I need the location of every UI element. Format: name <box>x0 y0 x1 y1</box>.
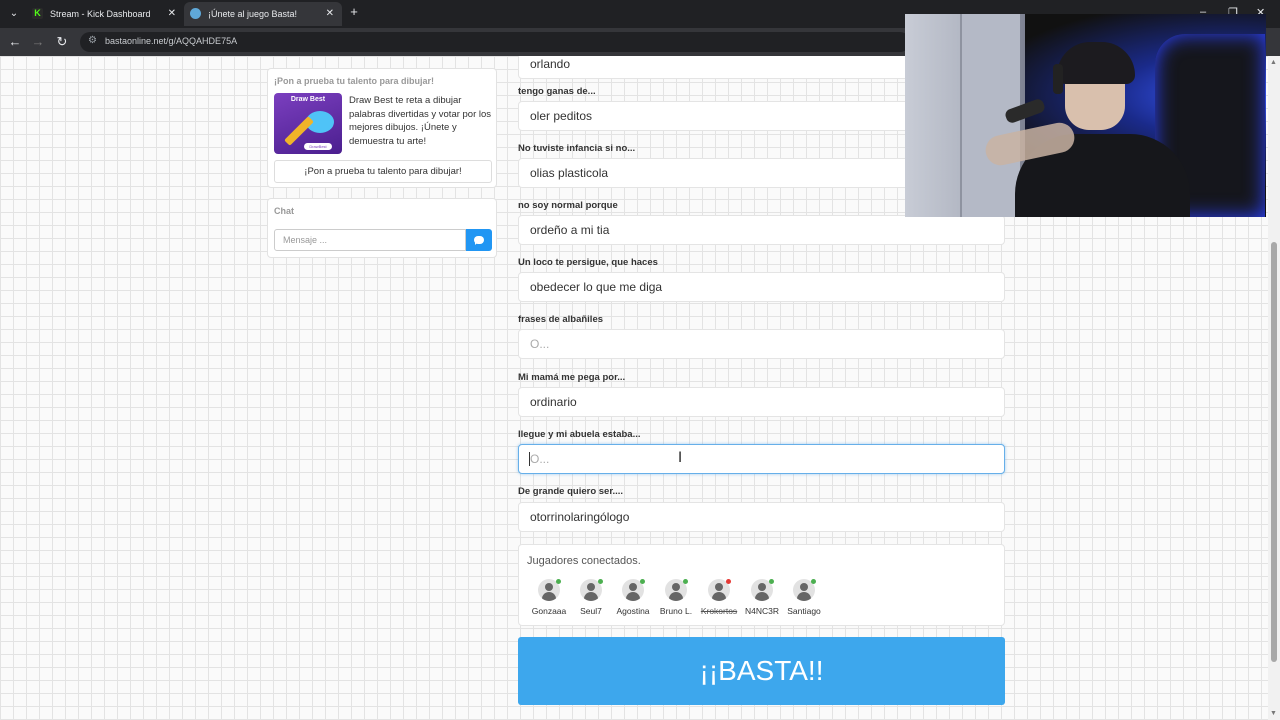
question-label: Mi mamá me pega por... <box>518 372 626 383</box>
question-label: llegue y mi abuela estaba... <box>518 429 641 440</box>
answer-field-empty[interactable]: O... <box>518 329 1005 359</box>
player-item[interactable]: Santiago <box>782 579 826 616</box>
forward-icon[interactable]: → <box>29 33 47 51</box>
question-label: De grande quiero ser.... <box>518 486 624 497</box>
online-status-dot <box>683 579 688 584</box>
answer-field[interactable]: otorrinolaringólogo <box>518 502 1005 532</box>
player-name: Santiago <box>787 606 821 616</box>
answer-field[interactable]: obedecer lo que me diga <box>518 272 1005 302</box>
text-cursor-icon: I <box>678 450 683 466</box>
answer-field[interactable]: ordeño a mi tia <box>518 215 1005 245</box>
player-name: N4NC3R <box>744 606 779 616</box>
page-scrollbar[interactable]: ▲ ▼ <box>1268 56 1280 720</box>
new-tab-icon[interactable]: + <box>346 4 362 19</box>
address-bar[interactable]: ⚙ bastaonline.net/g/AQQAHDE75A <box>80 32 910 52</box>
player-item[interactable]: Krokortos <box>697 579 741 616</box>
question-label: tengo ganas de... <box>518 86 596 97</box>
connected-players-panel: Jugadores conectados. Gonzaaa Seul7 Agos… <box>518 544 1005 626</box>
chat-panel: Chat Mensaje ... <box>267 198 497 258</box>
player-item[interactable]: Seul7 <box>569 579 613 616</box>
chat-heading: Chat <box>274 206 294 216</box>
url-text: bastaonline.net/g/AQQAHDE75A <box>105 36 238 46</box>
site-info-icon[interactable]: ⚙ <box>88 35 97 46</box>
promo-image-title: Draw Best <box>290 96 326 103</box>
online-status-dot <box>640 579 645 584</box>
players-heading: Jugadores conectados. <box>527 555 641 567</box>
webcam-overlay <box>905 14 1266 217</box>
offline-status-dot <box>726 579 731 584</box>
player-name: Krokortos <box>700 606 738 616</box>
back-icon[interactable]: ← <box>6 33 24 51</box>
basta-icon <box>190 8 201 19</box>
tab-basta[interactable]: ¡Únete al juego Basta! ✕ <box>184 2 342 26</box>
chat-message-input[interactable]: Mensaje ... <box>274 229 466 251</box>
player-item[interactable]: N4NC3R <box>740 579 784 616</box>
player-item[interactable]: Bruno L. <box>654 579 698 616</box>
player-name: Seul7 <box>580 606 602 616</box>
online-status-dot <box>598 579 603 584</box>
scrollbar-thumb[interactable] <box>1271 242 1277 662</box>
question-label: frases de albañiles <box>518 314 604 325</box>
promo-button[interactable]: ¡Pon a prueba tu talento para dibujar! <box>274 160 492 183</box>
reload-icon[interactable]: ↻ <box>53 33 71 51</box>
drawbest-promo-image[interactable]: Draw Best DrawBest <box>274 93 342 154</box>
player-item[interactable]: Agostina <box>611 579 655 616</box>
tab-title: ¡Únete al juego Basta! <box>208 9 298 19</box>
player-name: Gonzaaa <box>531 606 567 616</box>
pencil-icon <box>284 116 314 146</box>
close-icon[interactable]: ✕ <box>326 2 334 26</box>
promo-description: Draw Best te reta a dibujar palabras div… <box>349 95 492 147</box>
answer-field-focused[interactable]: O... <box>518 444 1005 474</box>
promo-heading: ¡Pon a prueba tu talento para dibujar! <box>274 76 435 86</box>
chat-bubble-icon <box>474 236 484 245</box>
online-status-dot <box>556 579 561 584</box>
chat-send-button[interactable] <box>466 229 492 251</box>
scroll-down-icon[interactable]: ▼ <box>1270 710 1277 717</box>
player-item[interactable]: Gonzaaa <box>527 579 571 616</box>
drawbest-promo-card: ¡Pon a prueba tu talento para dibujar! D… <box>267 68 497 188</box>
tab-title: Stream - Kick Dashboard <box>50 9 151 19</box>
basta-button[interactable]: ¡¡BASTA!! <box>518 637 1005 705</box>
player-name: Agostina <box>616 606 650 616</box>
player-name: Bruno L. <box>659 606 693 616</box>
scroll-up-icon[interactable]: ▲ <box>1270 59 1277 66</box>
question-label: No tuviste infancia si no... <box>518 143 636 154</box>
online-status-dot <box>769 579 774 584</box>
question-label: no soy normal porque <box>518 200 618 211</box>
promo-image-badge: DrawBest <box>304 143 332 150</box>
answer-field[interactable]: ordinario <box>518 387 1005 417</box>
kick-icon: K <box>32 8 43 19</box>
online-status-dot <box>811 579 816 584</box>
text-caret <box>529 452 530 466</box>
close-icon[interactable]: ✕ <box>168 2 176 26</box>
answer-placeholder: O... <box>530 452 550 466</box>
tab-kick-dashboard[interactable]: K Stream - Kick Dashboard ✕ <box>26 2 184 26</box>
tab-search-icon[interactable]: ⌄ <box>5 5 23 23</box>
question-label: Un loco te persigue, que haces <box>518 257 658 268</box>
